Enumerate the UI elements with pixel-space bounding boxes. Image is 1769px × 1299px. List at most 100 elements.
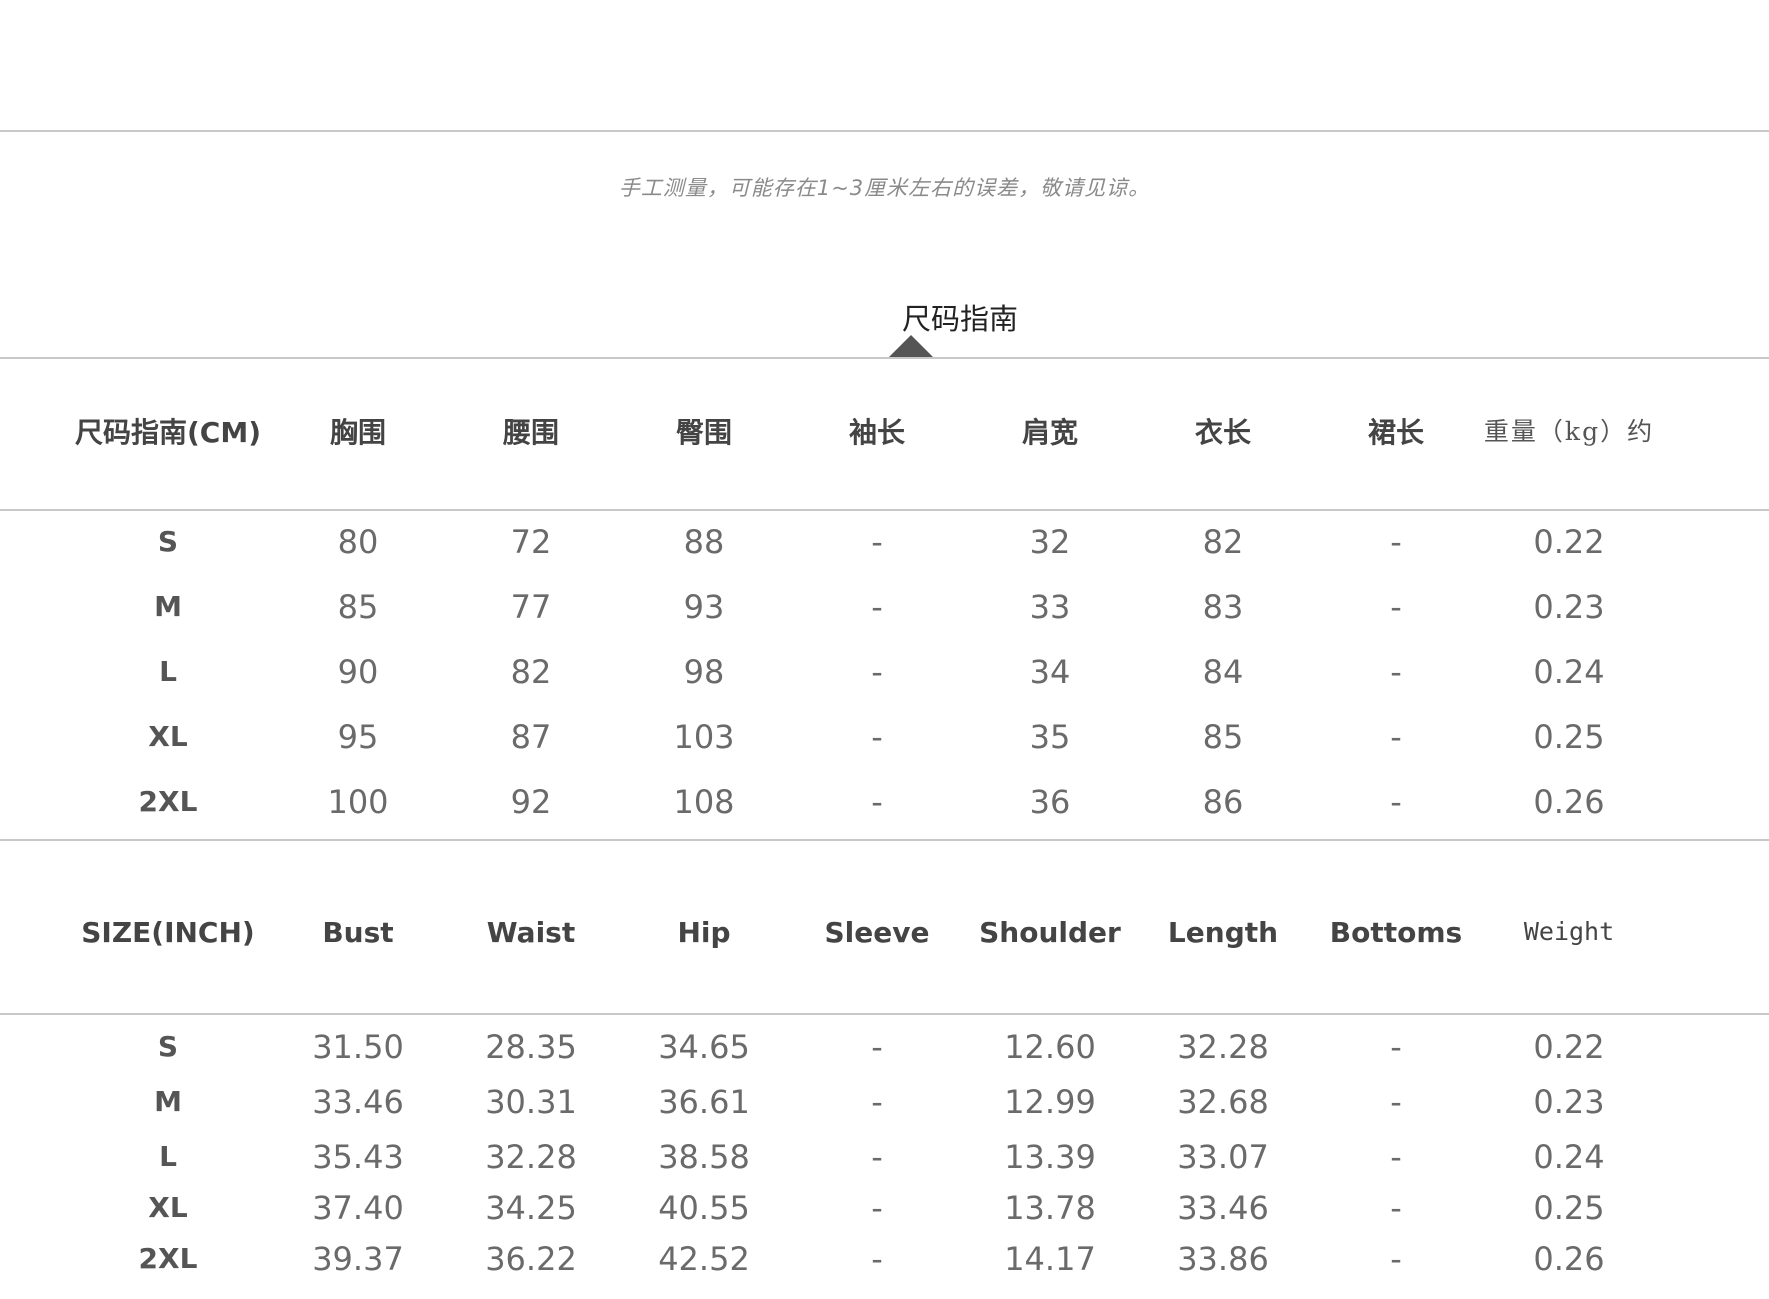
- cm-table-cell: -: [871, 588, 883, 626]
- cm-table-cell: -: [871, 653, 883, 691]
- inch-table-cell: -: [871, 1189, 883, 1227]
- inch-table-cell: 0.25: [1533, 1189, 1605, 1227]
- cm-table-header-2: 腰围: [502, 416, 559, 449]
- cm-table-cell: 36: [1029, 783, 1071, 821]
- inch-table-cell: 40.55: [658, 1189, 750, 1227]
- inch-table-header-4: Sleeve: [824, 916, 930, 949]
- cm-table-cell: 85: [337, 588, 379, 626]
- inch-table-cell: 0.26: [1533, 1240, 1605, 1278]
- cm-table-cell: 108: [673, 783, 735, 821]
- cm-table-cell: 98: [683, 653, 725, 691]
- cm-table-cell: -: [871, 783, 883, 821]
- cm-table-header-7: 裙长: [1367, 416, 1424, 449]
- cm-table-cell: 88: [683, 523, 725, 561]
- top-divider: [0, 130, 1769, 132]
- inch-table-cell: 0.24: [1533, 1138, 1605, 1176]
- inch-table-cell: -: [1390, 1083, 1402, 1121]
- inch-table-header-2: Waist: [486, 916, 576, 949]
- cm-table-header-1: 胸围: [329, 416, 386, 449]
- cm-table-cell: 95: [337, 718, 379, 756]
- cm-header-divider: [0, 509, 1769, 511]
- inch-table-cell: -: [871, 1240, 883, 1278]
- cm-table-cell: 33: [1029, 588, 1071, 626]
- cm-table-header-5: 肩宽: [1021, 416, 1078, 449]
- cm-table-header-0: 尺码指南(CM): [74, 416, 261, 449]
- inch-table-cell: 33.86: [1177, 1240, 1269, 1278]
- inch-table-header-3: Hip: [677, 916, 731, 949]
- inch-table-cell: 12.99: [1004, 1083, 1096, 1121]
- cm-table-cell: 100: [327, 783, 389, 821]
- inch-table-cell: 34.65: [658, 1028, 750, 1066]
- cm-table-header-6: 衣长: [1194, 416, 1251, 449]
- cm-table-cell: 85: [1202, 718, 1244, 756]
- cm-table-cell: 86: [1202, 783, 1244, 821]
- cm-table-cell: 92: [510, 783, 552, 821]
- cm-table-cell: 103: [673, 718, 735, 756]
- inch-table-cell: 36.61: [658, 1083, 750, 1121]
- inch-table-cell: 36.22: [485, 1240, 577, 1278]
- cm-table-cell: 0.23: [1533, 588, 1605, 626]
- section-divider: [0, 357, 1769, 359]
- inch-table-cell: 12.60: [1004, 1028, 1096, 1066]
- cm-table-cell: -: [1390, 653, 1402, 691]
- inch-table-cell: -: [1390, 1240, 1402, 1278]
- inch-table-cell: 32.68: [1177, 1083, 1269, 1121]
- cm-table-cell: -: [1390, 783, 1402, 821]
- inch-table-cell: XL: [148, 1191, 188, 1224]
- cm-table-cell: 0.26: [1533, 783, 1605, 821]
- cm-table-header-3: 臀围: [675, 416, 732, 449]
- cm-table-cell: 93: [683, 588, 725, 626]
- inch-table-header-6: Length: [1167, 916, 1279, 949]
- inch-table-cell: S: [157, 1030, 179, 1063]
- cm-table-cell: 32: [1029, 523, 1071, 561]
- triangle-marker-icon: [888, 335, 934, 358]
- cm-table-cell: 72: [510, 523, 552, 561]
- cm-table-cell: 80: [337, 523, 379, 561]
- inch-header-divider: [0, 1013, 1769, 1015]
- inch-table-cell: 38.58: [658, 1138, 750, 1176]
- cm-table-cell: 84: [1202, 653, 1244, 691]
- inch-table-cell: 34.25: [485, 1189, 577, 1227]
- cm-table-cell: 82: [1202, 523, 1244, 561]
- cm-table-cell: 90: [337, 653, 379, 691]
- inch-table-cell: 39.37: [312, 1240, 404, 1278]
- cm-bottom-divider: [0, 839, 1769, 841]
- cm-table-cell: -: [1390, 523, 1402, 561]
- inch-table-cell: 14.17: [1004, 1240, 1096, 1278]
- cm-table-cell: 83: [1202, 588, 1244, 626]
- inch-table-header-1: Bust: [322, 916, 394, 949]
- inch-table-cell: 35.43: [312, 1138, 404, 1176]
- cm-table-cell: L: [159, 655, 177, 688]
- cm-table-header-4: 袖长: [848, 416, 905, 449]
- inch-table-cell: L: [159, 1140, 177, 1173]
- inch-table-cell: -: [1390, 1189, 1402, 1227]
- inch-table-cell: 32.28: [1177, 1028, 1269, 1066]
- inch-table-cell: -: [1390, 1138, 1402, 1176]
- inch-table-cell: -: [871, 1028, 883, 1066]
- inch-table-cell: 30.31: [485, 1083, 577, 1121]
- inch-table-cell: 0.22: [1533, 1028, 1605, 1066]
- inch-table-cell: 0.23: [1533, 1083, 1605, 1121]
- measurement-note: 手工测量，可能存在1~3厘米左右的误差，敬请见谅。: [618, 176, 1151, 200]
- inch-table-cell: M: [154, 1085, 182, 1118]
- inch-table-cell: 42.52: [658, 1240, 750, 1278]
- inch-table-cell: -: [871, 1083, 883, 1121]
- inch-table-header-7: Bottoms: [1329, 916, 1463, 949]
- cm-table-cell: -: [1390, 588, 1402, 626]
- section-title: 尺码指南: [901, 302, 1018, 336]
- inch-table-cell: 37.40: [312, 1189, 404, 1227]
- inch-table-cell: 13.78: [1004, 1189, 1096, 1227]
- inch-table-cell: -: [871, 1138, 883, 1176]
- cm-table-cell: 0.24: [1533, 653, 1605, 691]
- cm-table-cell: XL: [148, 720, 188, 753]
- inch-table-cell: 28.35: [485, 1028, 577, 1066]
- cm-table-cell: -: [871, 523, 883, 561]
- inch-table-header-8: Weight: [1523, 917, 1615, 946]
- inch-table-cell: 33.07: [1177, 1138, 1269, 1176]
- cm-table-cell: 35: [1029, 718, 1071, 756]
- cm-table-cell: 0.22: [1533, 523, 1605, 561]
- inch-table-header-5: Shoulder: [979, 916, 1121, 949]
- inch-table-cell: 13.39: [1004, 1138, 1096, 1176]
- inch-table-cell: 33.46: [1177, 1189, 1269, 1227]
- inch-table-cell: -: [1390, 1028, 1402, 1066]
